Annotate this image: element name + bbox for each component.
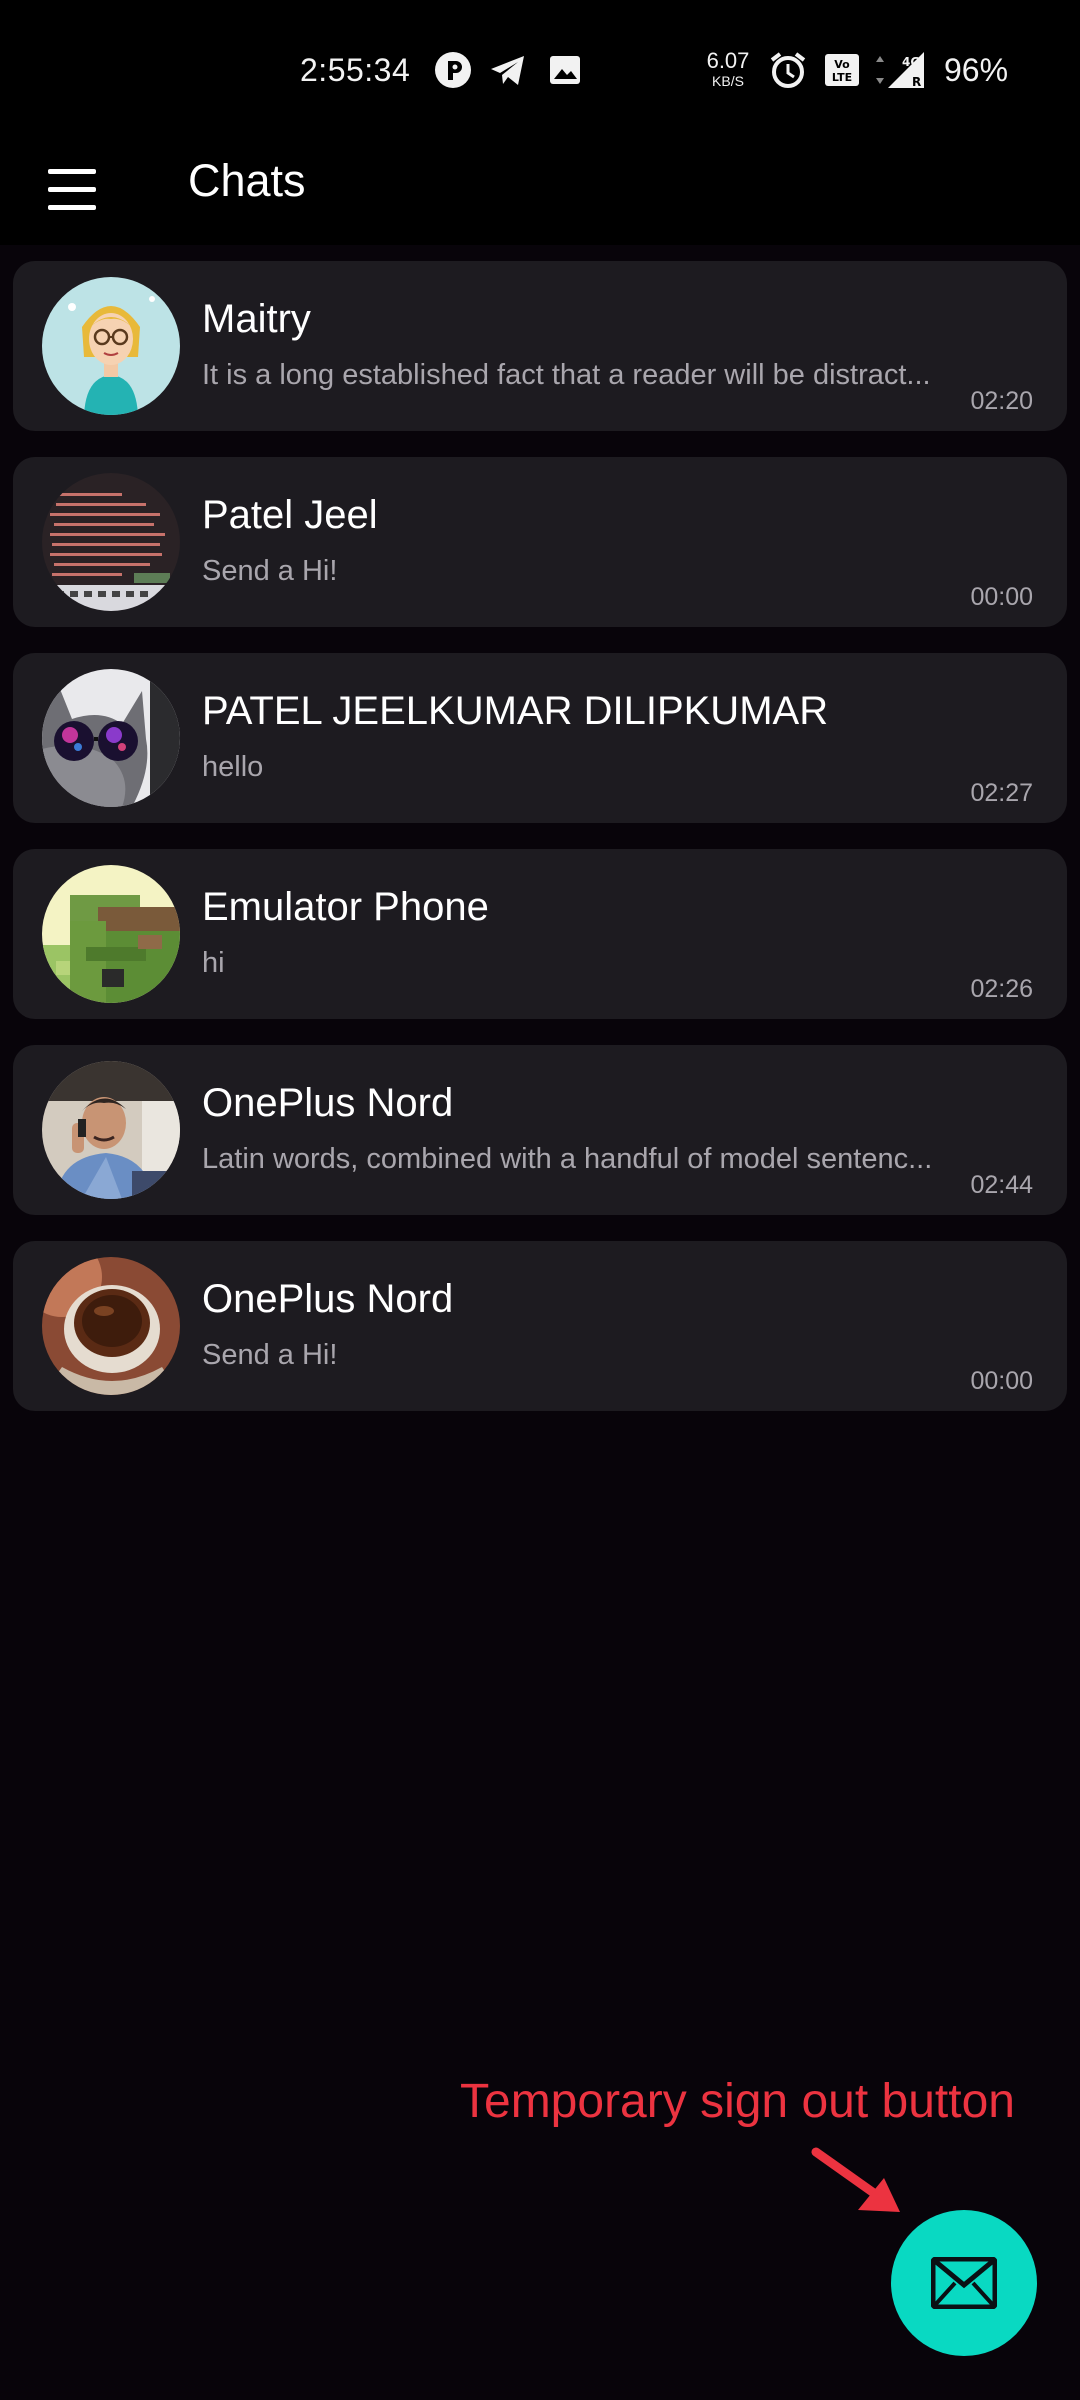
app-bar: Chats — [0, 135, 1080, 245]
annotation-text: Temporary sign out button — [460, 2075, 1015, 2128]
network-speed-unit: KB/S — [712, 73, 744, 89]
chat-preview: Send a Hi! — [202, 555, 338, 587]
chat-item[interactable]: PATEL JEELKUMAR DILIPKUMAR hello 02:27 — [13, 653, 1067, 823]
chat-time: 02:20 — [970, 387, 1033, 415]
chat-name: OnePlus Nord — [202, 1081, 454, 1125]
chat-preview: It is a long established fact that a rea… — [202, 359, 931, 391]
alarm-icon — [768, 50, 808, 90]
chat-name: OnePlus Nord — [202, 1277, 454, 1321]
pixel-art-avatar — [42, 865, 180, 1003]
network-speed: 6.07 KB/S — [700, 48, 756, 89]
arrow-icon — [800, 2140, 920, 2240]
chat-item[interactable]: OnePlus Nord Send a Hi! 00:00 — [13, 1241, 1067, 1411]
chat-time: 02:27 — [970, 779, 1033, 807]
man-phone-avatar — [42, 1061, 180, 1199]
chat-preview: hello — [202, 751, 264, 783]
chat-time: 00:00 — [970, 1367, 1033, 1395]
app-notification-icon — [433, 50, 473, 90]
chat-name: PATEL JEELKUMAR DILIPKUMAR — [202, 689, 829, 733]
cat-sunglasses-avatar — [42, 669, 180, 807]
page-title: Chats — [188, 155, 306, 206]
mail-icon — [931, 2257, 997, 2309]
volte-icon: Vo LTE — [822, 50, 862, 90]
hamburger-menu-icon[interactable] — [40, 161, 106, 217]
battery-level: 96% — [944, 52, 1009, 88]
chat-item[interactable]: Emulator Phone hi 02:26 — [13, 849, 1067, 1019]
telegram-icon — [488, 50, 528, 90]
chat-name: Patel Jeel — [202, 493, 378, 537]
code-screen-avatar — [42, 473, 180, 611]
svg-text:Vo: Vo — [834, 58, 850, 71]
network-speed-value: 6.07 — [706, 48, 750, 73]
cartoon-girl-avatar — [42, 277, 180, 415]
chat-time: 02:44 — [970, 1171, 1033, 1199]
chat-preview: hi — [202, 947, 225, 979]
svg-text:R: R — [912, 75, 921, 89]
svg-text:4G: 4G — [902, 55, 920, 69]
gallery-icon — [545, 50, 585, 90]
chat-name: Maitry — [202, 297, 311, 341]
chat-item[interactable]: Patel Jeel Send a Hi! 00:00 — [13, 457, 1067, 627]
coffee-cup-avatar — [42, 1257, 180, 1395]
chat-time: 00:00 — [970, 583, 1033, 611]
chat-item[interactable]: OnePlus Nord Latin words, combined with … — [13, 1045, 1067, 1215]
status-time: 2:55:34 — [300, 52, 411, 88]
chat-time: 02:26 — [970, 975, 1033, 1003]
signal-4g-icon: 4G R — [872, 50, 928, 90]
chat-preview: Send a Hi! — [202, 1339, 338, 1371]
chat-name: Emulator Phone — [202, 885, 489, 929]
chat-preview: Latin words, combined with a handful of … — [202, 1143, 933, 1175]
sign-out-fab-button[interactable] — [891, 2210, 1037, 2356]
chat-list: Maitry It is a long established fact tha… — [13, 261, 1067, 1437]
svg-text:LTE: LTE — [832, 71, 852, 84]
status-bar: 2:55:34 6.07 KB/S Vo LTE 4G R 96% — [0, 0, 1080, 135]
chat-item[interactable]: Maitry It is a long established fact tha… — [13, 261, 1067, 431]
